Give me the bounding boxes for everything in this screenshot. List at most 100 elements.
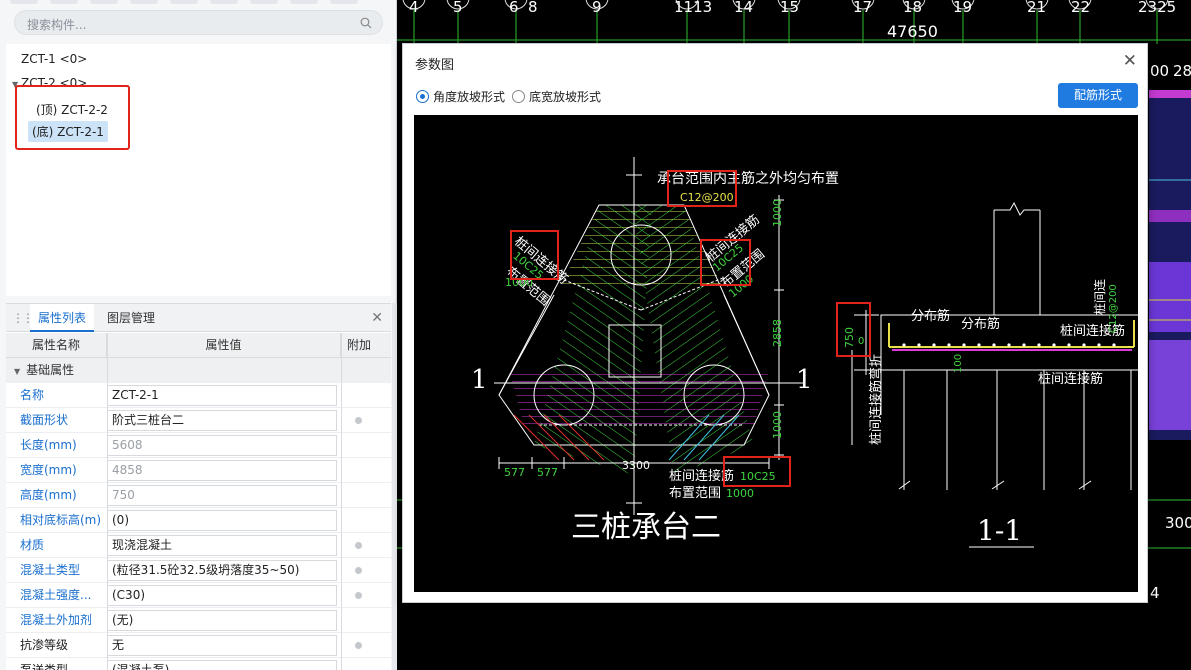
property-row-relative-elevation: 相对底标高(m) (0) (6, 508, 391, 533)
side-label: 00 (1150, 62, 1170, 80)
property-row-section-shape: 截面形状 阶式三桩台二 (6, 408, 391, 433)
property-row-concrete-type: 混凝土类型 (粒径31.5砼32.5级坍落度35~50) (6, 558, 391, 583)
drawing-dim: 577 (537, 466, 558, 479)
drawing-label: C12@200 (1108, 284, 1119, 333)
property-value-input[interactable]: 阶式三桩台二 (107, 410, 337, 431)
close-icon[interactable]: ✕ (1123, 51, 1137, 71)
axis-label: 17 (853, 0, 873, 16)
radio-bottom-width-slope[interactable]: 底宽放坡形式 (512, 88, 601, 105)
highlight-box (667, 170, 737, 207)
property-label: 混凝土类型 (20, 563, 81, 577)
property-label: 相对底标高(m) (20, 513, 102, 527)
axis-label: 22 (1071, 0, 1091, 16)
drawing-dim: 1000 (771, 199, 784, 227)
highlight-box (510, 230, 559, 280)
parameter-drawing: 承台范围内主筋之外均匀布置 C12@200 桩间连接筋 10C25 布置范围 1… (414, 115, 1138, 592)
drawing-dim: 1000 (771, 411, 784, 439)
axis-label: 19 (953, 0, 973, 16)
drawing-label: 桩间连接筋弯折 (869, 353, 884, 445)
property-panel: ⋮⋮ 属性列表 图层管理 ✕ 属性名称 属性值 附加 ▼ 基础属性 名称 ZCT-… (6, 303, 391, 670)
drawing-label: 桩间连接筋 (1038, 372, 1104, 387)
left-panel: 搜索构件... ZCT-1 <0> ▼ ZCT-2 <0> (顶) ZCT-2-… (0, 0, 397, 670)
axis-label: 2325 (1138, 0, 1177, 16)
extra-indicator-icon[interactable] (355, 642, 362, 649)
highlight-box (723, 456, 791, 487)
rebar-form-button[interactable]: 配筋形式 (1058, 83, 1138, 108)
extra-indicator-icon[interactable] (355, 592, 362, 599)
property-value-input[interactable]: (无) (107, 610, 337, 631)
property-value-input[interactable]: 4858 (107, 460, 337, 481)
radio-angle-slope[interactable]: 角度放坡形式 (416, 88, 505, 105)
toolbar-strip (0, 0, 397, 6)
dimension-label: 47650 (887, 22, 938, 41)
property-label: 截面形状 (20, 413, 69, 427)
plan-title: 三桩承台二 (571, 510, 721, 545)
axis-label: 1113 (674, 0, 713, 16)
property-row-material: 材质 现浇混凝土 (6, 533, 391, 558)
drawing-label: 分布筋 (961, 317, 1001, 332)
column-divider (341, 333, 342, 670)
drawing-label: 布置范围 (669, 486, 722, 501)
property-value-input[interactable]: (C30) (107, 585, 337, 606)
component-tree: ZCT-1 <0> ▼ ZCT-2 <0> (顶) ZCT-2-2 (底) ZC… (6, 44, 391, 296)
property-row-admixture: 混凝土外加剂 (无) (6, 608, 391, 633)
section-title: 1-1 (977, 514, 1023, 547)
property-row-length: 长度(mm) 5608 (6, 433, 391, 458)
property-value-input[interactable]: 现浇混凝土 (107, 535, 337, 556)
drag-handle-icon[interactable]: ⋮⋮ (12, 311, 34, 325)
property-row-name: 名称 ZCT-2-1 (6, 383, 391, 408)
property-row-concrete-strength: 混凝土强度... (C30) (6, 583, 391, 608)
section-mark-left: 1 (471, 365, 488, 395)
collapse-caret-icon[interactable]: ▼ (14, 367, 20, 376)
property-label: 抗渗等级 (20, 638, 69, 652)
group-label: 基础属性 (26, 363, 75, 377)
axis-label: 9 (592, 0, 602, 16)
radio-label: 角度放坡形式 (433, 90, 506, 104)
radio-unchecked-icon[interactable] (512, 90, 525, 103)
property-group-basic[interactable]: ▼ 基础属性 (6, 358, 391, 383)
axis-label: 6 (509, 0, 519, 16)
close-icon[interactable]: ✕ (371, 310, 383, 326)
drawing-label: 1000 (726, 487, 754, 500)
property-value-input[interactable]: ZCT-2-1 (107, 385, 337, 406)
drawing-label: 桩间连 (1093, 278, 1107, 315)
drawing-label: 分布筋 (911, 309, 951, 324)
property-label: 长度(mm) (20, 438, 77, 452)
highlight-box (15, 85, 130, 150)
property-value-input[interactable]: (粒径31.5砼32.5级坍落度35~50) (107, 560, 337, 581)
tab-layer-management[interactable]: 图层管理 (99, 304, 163, 332)
property-value-input[interactable]: 无 (107, 635, 337, 656)
axis-label: 5 (453, 0, 463, 16)
drawing-dim: 2858 (771, 319, 784, 347)
axis-label: 21 (1027, 0, 1047, 16)
property-label: 泵送类型 (20, 663, 69, 670)
property-label: 混凝土外加剂 (20, 613, 93, 627)
radio-checked-icon[interactable] (416, 90, 429, 103)
property-label: 高度(mm) (20, 488, 77, 502)
search-icon[interactable] (360, 17, 372, 29)
drawing-dim: 3300 (622, 459, 650, 472)
drawing-dim: 577 (504, 466, 525, 479)
property-value-input[interactable]: 5608 (107, 435, 337, 456)
parameter-dialog: 参数图 ✕ 角度放坡形式 底宽放坡形式 配筋形式 承台范围内主筋之外均匀布置 C… (402, 43, 1148, 603)
highlight-box (836, 302, 871, 357)
property-value-input[interactable]: (混凝土泵) (107, 660, 337, 670)
extra-indicator-icon[interactable] (355, 417, 362, 424)
search-input[interactable]: 搜索构件... (14, 10, 383, 35)
property-label: 混凝土强度... (20, 588, 92, 602)
section-mark-right: 1 (796, 365, 813, 395)
property-row-height: 高度(mm) 750 (6, 483, 391, 508)
side-label: 4 (1150, 584, 1160, 602)
side-label: 300 (1165, 514, 1191, 532)
property-label: 宽度(mm) (20, 463, 77, 477)
extra-indicator-icon[interactable] (355, 567, 362, 574)
property-value-input[interactable]: 750 (107, 485, 337, 506)
tab-property-list[interactable]: 属性列表 (30, 304, 95, 332)
search-placeholder: 搜索构件... (27, 18, 87, 32)
property-row-width: 宽度(mm) 4858 (6, 458, 391, 483)
extra-indicator-icon[interactable] (355, 542, 362, 549)
tree-item-zct-1[interactable]: ZCT-1 <0> (21, 52, 87, 66)
property-label: 名称 (20, 388, 45, 402)
radio-label: 底宽放坡形式 (529, 90, 602, 104)
property-value-input[interactable]: (0) (107, 510, 337, 531)
